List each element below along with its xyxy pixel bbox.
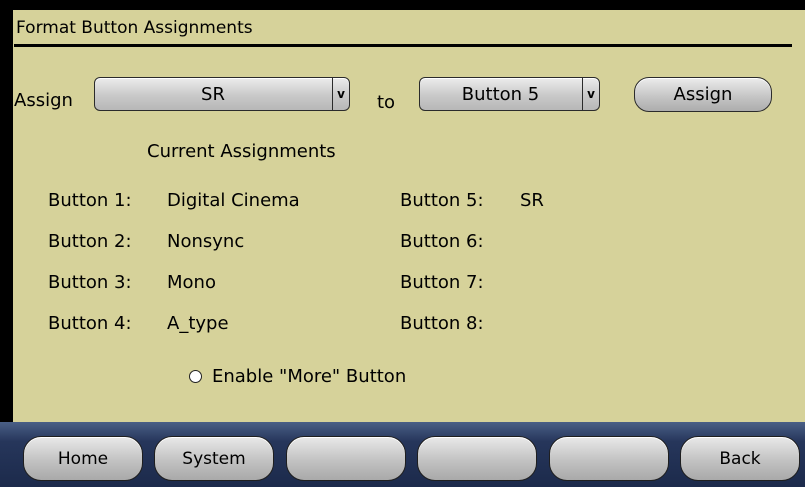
main-panel: [13, 10, 805, 422]
back-button[interactable]: Back: [680, 436, 800, 481]
source-format-dropdown[interactable]: SR v: [94, 77, 350, 111]
assign-label: Assign: [14, 90, 73, 111]
dropdown-arrow-icon[interactable]: v: [333, 78, 349, 110]
home-button[interactable]: Home: [23, 436, 143, 481]
enable-more-radio[interactable]: [189, 370, 202, 383]
assignment-value-button-1: Digital Cinema: [167, 190, 300, 211]
page-title: Format Button Assignments: [16, 18, 253, 38]
current-assignments-heading: Current Assignments: [147, 141, 336, 162]
assignment-value-button-5: SR: [520, 190, 544, 211]
assignment-key-button-2: Button 2:: [48, 231, 132, 252]
target-button-dropdown[interactable]: Button 5 v: [419, 77, 600, 111]
enable-more-label[interactable]: Enable "More" Button: [212, 366, 406, 387]
assignment-key-button-3: Button 3:: [48, 272, 132, 293]
assignment-key-button-7: Button 7:: [400, 272, 484, 293]
assignment-value-button-4: A_type: [167, 313, 229, 334]
assignment-key-button-5: Button 5:: [400, 190, 484, 211]
title-divider: [14, 44, 792, 47]
nav-button-3[interactable]: [286, 436, 406, 481]
nav-button-4[interactable]: [417, 436, 537, 481]
assign-button[interactable]: Assign: [634, 77, 772, 112]
source-format-value: SR: [201, 83, 225, 105]
target-button-value: Button 5: [461, 83, 540, 105]
system-button[interactable]: System: [154, 436, 274, 481]
assignment-key-button-1: Button 1:: [48, 190, 132, 211]
nav-button-5[interactable]: [549, 436, 669, 481]
assignment-key-button-6: Button 6:: [400, 231, 484, 252]
enable-more-option[interactable]: Enable "More" Button: [189, 366, 406, 387]
assignment-key-button-4: Button 4:: [48, 313, 132, 334]
assignment-value-button-3: Mono: [167, 272, 216, 293]
dropdown-arrow-icon[interactable]: v: [583, 78, 599, 110]
assignment-value-button-2: Nonsync: [167, 231, 245, 252]
assignment-key-button-8: Button 8:: [400, 313, 484, 334]
to-label: to: [377, 92, 396, 113]
